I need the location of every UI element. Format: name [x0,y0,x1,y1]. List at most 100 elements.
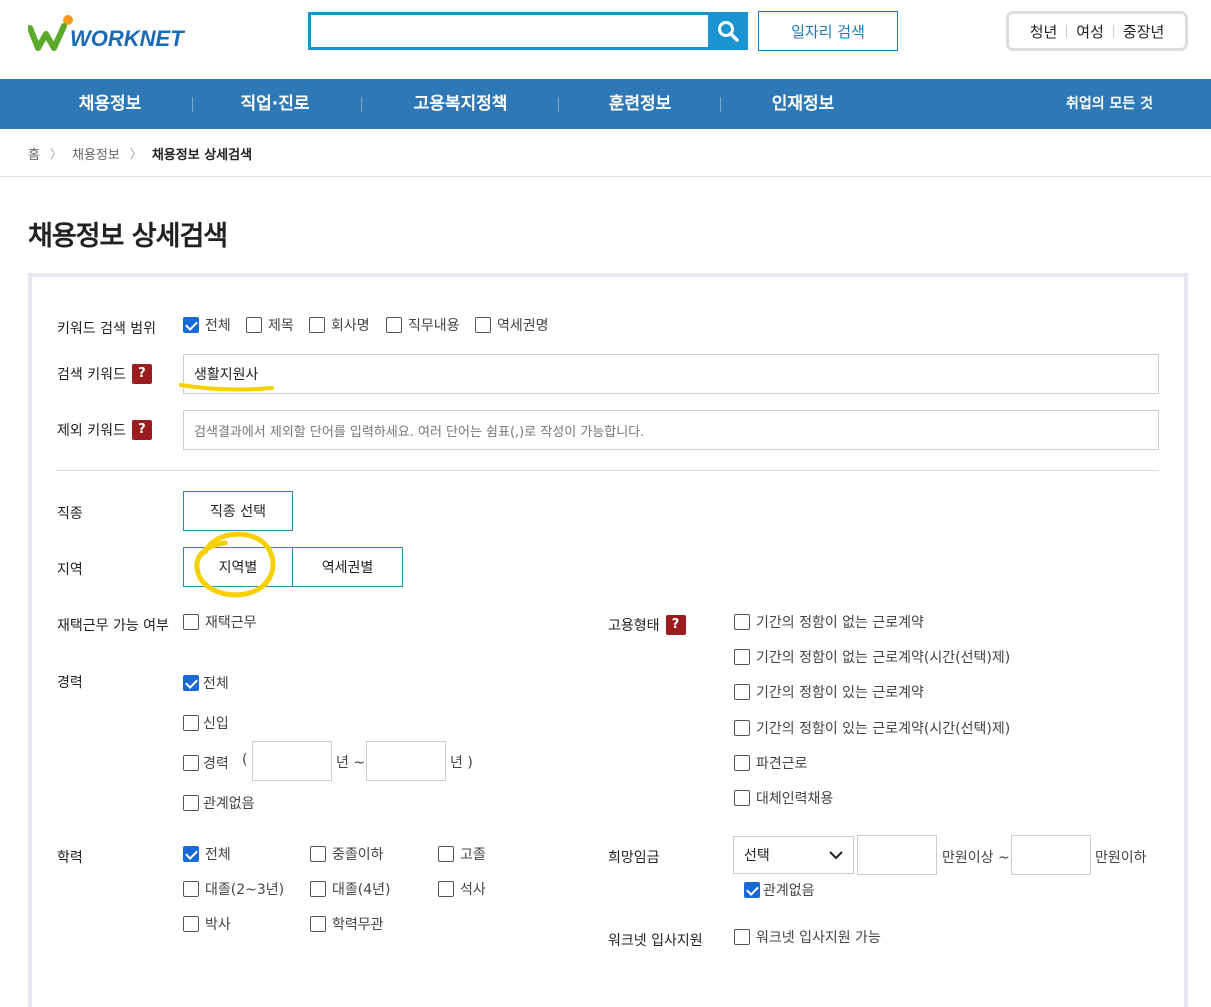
region-tab-by-station[interactable]: 역세권별 [292,547,403,587]
checkbox[interactable] [309,317,325,333]
target-link-middle-aged[interactable]: 중장년 [1114,21,1173,42]
education-option-doctor[interactable]: 박사 [183,914,231,934]
nav-all-menu[interactable]: 취업의 모든 것 [1066,79,1153,129]
career-option-any[interactable]: 관계없음 [183,793,255,813]
checkbox[interactable] [183,675,199,691]
option-label: 대졸(2~3년) [205,882,285,898]
nav-item-training[interactable]: 훈련정보 [585,79,695,129]
career-label: 경력 [57,675,83,691]
education-option-all[interactable]: 전체 [183,844,231,864]
checkbox[interactable] [310,881,326,897]
checkbox[interactable] [734,649,750,665]
nav-divider [720,97,721,112]
breadcrumb-jobs[interactable]: 채용정보 [72,144,120,163]
salary-max-input[interactable] [1011,835,1091,875]
checkbox[interactable] [438,846,454,862]
checkbox[interactable] [310,846,326,862]
remote-work-option[interactable]: 재택근무 [183,612,257,632]
nav-item-career[interactable]: 직업·진로 [215,79,335,129]
scope-option-duty[interactable]: 직무내용 [386,315,460,335]
education-label: 학력 [57,850,83,866]
education-option-master[interactable]: 석사 [438,879,486,899]
region-tab-by-area[interactable]: 지역별 [183,547,293,587]
checkbox[interactable] [744,882,760,898]
exclude-keyword-input[interactable]: 검색결과에서 제외할 단어를 입력하세요. 여러 단어는 쉼표(,)로 작성이 … [183,410,1159,450]
logo-text: WORKNET [70,26,185,51]
breadcrumb-home[interactable]: 홈 [28,144,40,163]
option-label: 전체 [205,847,231,863]
option-label: 관계없음 [203,796,255,812]
checkbox[interactable] [475,317,491,333]
checkbox[interactable] [310,916,326,932]
target-link-youth[interactable]: 청년 [1021,21,1067,42]
education-option-university[interactable]: 대졸(4년) [310,879,390,899]
help-icon[interactable]: ? [131,420,152,440]
career-years-to-input[interactable] [366,741,446,781]
checkbox[interactable] [183,755,199,771]
scope-option-all[interactable]: 전체 [183,315,231,335]
scope-option-title[interactable]: 제목 [246,315,294,335]
career-option-experienced[interactable]: 경력 [183,753,229,773]
salary-type-select[interactable]: 선택 [733,836,854,874]
exclude-keyword-label: 제외 키워드? [57,420,152,440]
checkbox[interactable] [734,929,750,945]
checkbox[interactable] [183,846,199,862]
option-label: 워크넷 입사지원 가능 [756,930,881,946]
scope-option-station[interactable]: 역세권명 [475,315,549,335]
salary-min-input[interactable] [857,835,937,875]
education-option-high[interactable]: 고졸 [438,844,486,864]
worknet-logo-icon: WORKNET [27,15,185,51]
checkbox[interactable] [183,715,199,731]
years-to-unit: 년 ) [450,755,473,771]
scope-option-company[interactable]: 회사명 [309,315,370,335]
education-option-any[interactable]: 학력무관 [310,914,384,934]
salary-option-any[interactable]: 관계없음 [744,880,815,900]
checkbox[interactable] [734,614,750,630]
checkbox[interactable] [734,720,750,736]
search-keyword-input[interactable]: 생활지원사 [183,354,1159,394]
education-option-middle[interactable]: 중졸이하 [310,844,384,864]
employment-option-dispatch[interactable]: 파견근로 [734,753,808,773]
employment-option-permanent-part-time[interactable]: 기간의 정함이 없는 근로계약(시간(선택)제) [734,647,1010,667]
nav-item-jobs[interactable]: 채용정보 [55,79,165,129]
help-icon[interactable]: ? [665,615,686,635]
checkbox[interactable] [734,790,750,806]
job-search-button[interactable]: 일자리 검색 [758,11,898,51]
employment-option-substitute[interactable]: 대체인력채용 [734,788,833,808]
employment-option-fixed-term-part-time[interactable]: 기간의 정함이 있는 근로계약(시간(선택)제) [734,718,1010,738]
occupation-select-button[interactable]: 직종 선택 [183,491,293,531]
career-option-all[interactable]: 전체 [183,673,229,693]
worknet-logo[interactable]: WORKNET [27,14,188,54]
checkbox[interactable] [183,614,199,630]
help-icon[interactable]: ? [131,364,152,384]
checkbox[interactable] [246,317,262,333]
checkbox[interactable] [438,881,454,897]
worknet-apply-option[interactable]: 워크넷 입사지원 가능 [734,927,881,947]
nav-item-talent[interactable]: 인재정보 [748,79,858,129]
option-label: 회사명 [331,318,370,334]
search-keyword-label: 검색 키워드? [57,364,152,384]
career-option-new[interactable]: 신입 [183,713,229,733]
career-years-from-input[interactable] [252,741,332,781]
checkbox[interactable] [183,795,199,811]
option-label: 관계없음 [763,883,815,899]
label-text: 검색 키워드 [57,367,126,383]
target-link-women[interactable]: 여성 [1067,21,1113,42]
checkbox[interactable] [734,684,750,700]
nav-divider [361,97,362,112]
search-button[interactable] [708,12,748,50]
checkbox[interactable] [734,755,750,771]
checkbox[interactable] [183,881,199,897]
checkbox[interactable] [183,317,199,333]
education-option-college[interactable]: 대졸(2~3년) [183,879,284,899]
option-label: 기간의 정함이 없는 근로계약 [756,615,924,631]
employment-option-fixed-term[interactable]: 기간의 정함이 있는 근로계약 [734,682,924,702]
checkbox[interactable] [183,916,199,932]
employment-option-permanent[interactable]: 기간의 정함이 없는 근로계약 [734,612,924,632]
nav-item-welfare-policy[interactable]: 고용복지정책 [388,79,533,129]
main-search-input[interactable] [308,12,709,50]
label-text: 고용형태 [608,618,660,634]
option-label: 박사 [205,917,231,933]
option-label: 대졸(4년) [332,882,391,898]
checkbox[interactable] [386,317,402,333]
